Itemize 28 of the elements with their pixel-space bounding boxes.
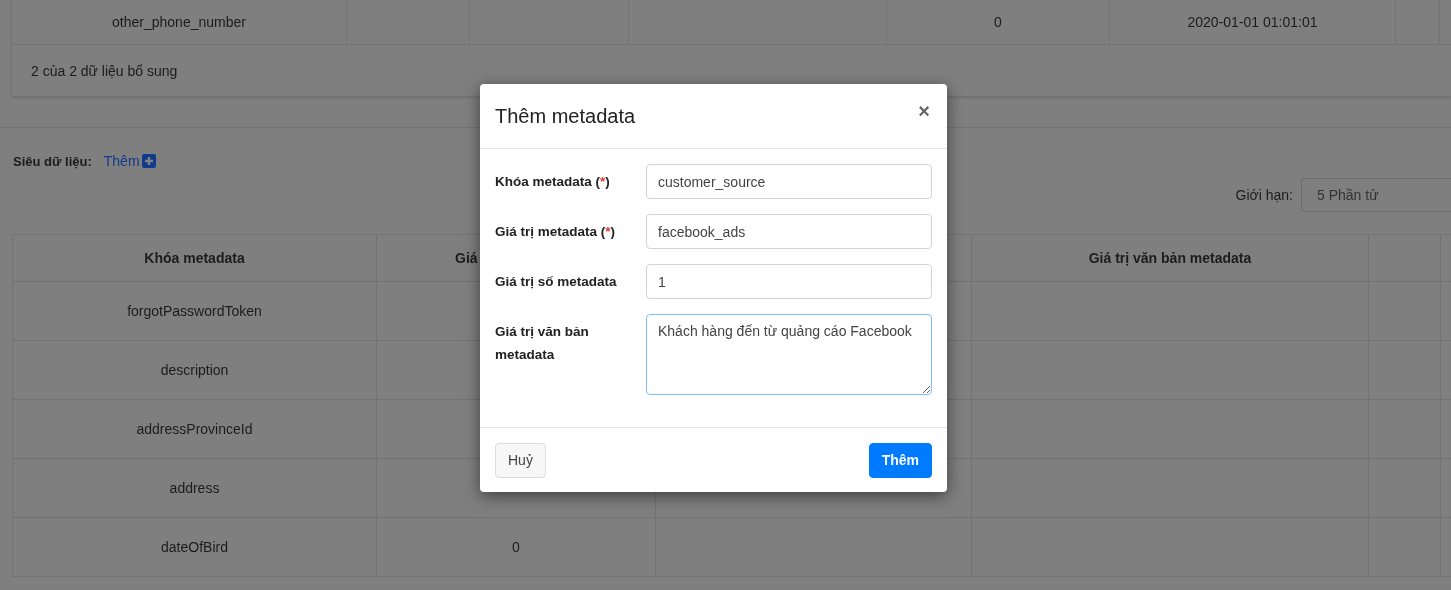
input-field[interactable]: customer_source [646, 164, 932, 199]
table-cell: other_phone_number [112, 14, 246, 30]
table-cell: forgotPasswordToken [127, 303, 262, 319]
table-cell: description [160, 362, 229, 378]
text-area[interactable]: Khách hàng đến từ quảng cáo Facebook [646, 314, 932, 395]
table-cell: address [169, 480, 220, 496]
input-field[interactable]: 1 [646, 264, 932, 299]
limit-label: Giới hạn: [1235, 187, 1293, 203]
table-cell: 2020-01-01 01:01:01 [1187, 14, 1318, 30]
plus-icon [141, 154, 156, 168]
column-header: Giá trị văn bản metadata [1088, 250, 1252, 266]
table-cell: 0 [512, 539, 520, 555]
table-cell: dateOfBird [161, 539, 228, 555]
dialog-title: Thêm metadata [495, 104, 636, 128]
cancel-button[interactable]: Huỷ [495, 442, 546, 478]
submit-button[interactable]: Thêm [868, 442, 932, 478]
record-count: 2 của 2 dữ liệu bổ sung [31, 62, 178, 79]
close-button[interactable]: × [916, 99, 932, 123]
field-label: Giá trị metadata (*) [495, 223, 617, 241]
section-label: Siêu dữ liệu: [13, 153, 92, 169]
field-label: Giá trị số metadata [495, 273, 618, 291]
column-header: Giá [455, 250, 478, 266]
table-cell: addressProvinceId [136, 421, 253, 437]
input-field[interactable]: facebook_ads [646, 214, 932, 249]
column-header: Khóa metadata [144, 250, 245, 266]
table-cell: 0 [994, 14, 1002, 30]
field-label: Khóa metadata (*) [495, 173, 611, 191]
field-label: Giá trị văn bản metadata [495, 323, 590, 364]
